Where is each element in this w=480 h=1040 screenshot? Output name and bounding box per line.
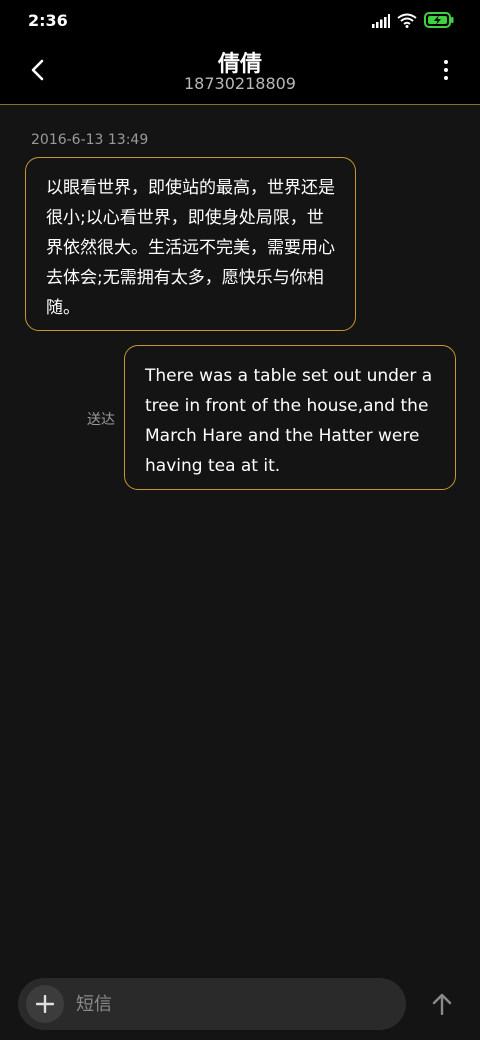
sms-conversation-screen: 2:36 倩倩 18730218809 2016-6-13 13:49 以眼看世…: [0, 0, 480, 1040]
plus-icon: [36, 995, 54, 1013]
status-bar: 2:36: [0, 0, 480, 44]
more-vertical-icon: [444, 60, 448, 80]
battery-charging-icon: [424, 12, 454, 32]
more-options-button[interactable]: [436, 54, 456, 86]
message-timestamp: 2016-6-13 13:49: [31, 132, 149, 148]
contact-number: 18730218809: [184, 74, 296, 93]
delivery-status: 送达: [87, 412, 115, 428]
send-button[interactable]: [426, 988, 458, 1020]
received-message-text: 以眼看世界，即使站的最高，世界还是很小;以心看世界，即使身处局限，世界依然很大。…: [46, 178, 335, 318]
status-time: 2:36: [28, 11, 68, 30]
status-icons: [372, 12, 454, 32]
wifi-icon: [397, 13, 417, 32]
sent-message-text: There was a table set out under a tree i…: [145, 366, 433, 476]
signal-icon: [372, 13, 390, 32]
conversation-header: 倩倩 18730218809: [0, 44, 480, 105]
arrow-up-icon: [432, 993, 452, 1015]
composer-bar: [18, 978, 406, 1030]
add-attachment-button[interactable]: [26, 985, 64, 1023]
sent-message-bubble[interactable]: There was a table set out under a tree i…: [124, 345, 456, 490]
received-message-bubble[interactable]: 以眼看世界，即使站的最高，世界还是很小;以心看世界，即使身处局限，世界依然很大。…: [25, 157, 356, 331]
message-input[interactable]: [76, 986, 386, 1022]
